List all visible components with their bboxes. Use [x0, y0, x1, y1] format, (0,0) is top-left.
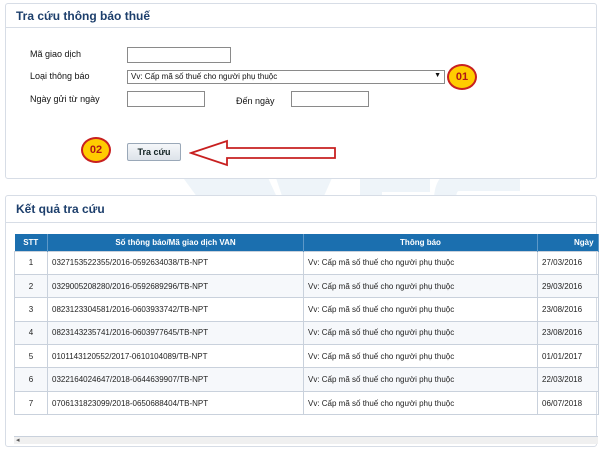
cell-date: 06/07/2018: [537, 390, 599, 416]
notice-type-selected-value: Vv: Cấp mã số thuế cho người phụ thuộc: [131, 72, 278, 81]
cell-date: 01/01/2017: [537, 344, 599, 369]
results-panel-title: Kết quả tra cứu: [16, 202, 105, 216]
cell-number[interactable]: 0823123304581/2016-0603933742/TB-NPT: [47, 297, 304, 322]
date-to-label: Đến ngày: [236, 96, 275, 106]
date-to-input[interactable]: [291, 91, 369, 107]
column-header-number: Số thông báo/Mã giao dịch VAN: [47, 234, 304, 251]
cell-number[interactable]: 0327153522355/2016-0592634038/TB-NPT: [47, 250, 304, 275]
cell-number[interactable]: 0329005208280/2016-0592689296/TB-NPT: [47, 273, 304, 299]
column-header-notice: Thông báo: [303, 234, 538, 251]
horizontal-scrollbar[interactable]: ◂: [14, 436, 598, 444]
transaction-code-label: Mã giao dịch: [30, 49, 82, 59]
step-2-badge: 02: [81, 137, 111, 163]
cell-notice: Vv: Cấp mã số thuế cho người phụ thuộc: [303, 250, 538, 275]
arrow-left-icon[interactable]: ◂: [16, 436, 20, 444]
cell-stt: 5: [14, 344, 48, 369]
table-row[interactable]: 7 0706131823099/2018-0650688404/TB-NPT V…: [14, 390, 599, 416]
column-header-date: Ngày: [537, 234, 599, 251]
table-header-row: STT Số thông báo/Mã giao dịch VAN Thông …: [14, 234, 599, 251]
cell-stt: 6: [14, 367, 48, 392]
column-header-stt: STT: [14, 234, 48, 251]
cell-notice: Vv: Cấp mã số thuế cho người phụ thuộc: [303, 273, 538, 299]
table-row[interactable]: 5 0101143120552/2017-0610104089/TB-NPT V…: [14, 344, 599, 369]
cell-stt: 3: [14, 297, 48, 322]
date-from-label: Ngày gửi từ ngày: [30, 94, 100, 104]
cell-stt: 1: [14, 250, 48, 275]
table-row[interactable]: 2 0329005208280/2016-0592689296/TB-NPT V…: [14, 273, 599, 299]
search-panel-title: Tra cứu thông báo thuế: [16, 9, 151, 23]
cell-notice: Vv: Cấp mã số thuế cho người phụ thuộc: [303, 390, 538, 416]
results-panel: Kết quả tra cứu STT Số thông báo/Mã giao…: [5, 195, 599, 447]
cell-number[interactable]: 0823143235741/2016-0603977645/TB-NPT: [47, 320, 304, 346]
cell-stt: 4: [14, 320, 48, 346]
cell-notice: Vv: Cấp mã số thuế cho người phụ thuộc: [303, 367, 538, 392]
cell-date: 29/03/2016: [537, 273, 599, 299]
cell-stt: 7: [14, 390, 48, 416]
table-row[interactable]: 1 0327153522355/2016-0592634038/TB-NPT V…: [14, 250, 599, 275]
search-button[interactable]: Tra cứu: [127, 143, 181, 161]
cell-date: 23/08/2016: [537, 297, 599, 322]
divider: [6, 27, 596, 28]
cell-notice: Vv: Cấp mã số thuế cho người phụ thuộc: [303, 344, 538, 369]
step-1-badge: 01: [447, 64, 477, 90]
table-row[interactable]: 4 0823143235741/2016-0603977645/TB-NPT V…: [14, 320, 599, 346]
cell-notice: Vv: Cấp mã số thuế cho người phụ thuộc: [303, 297, 538, 322]
results-table: STT Số thông báo/Mã giao dịch VAN Thông …: [14, 234, 599, 416]
cell-number[interactable]: 0101143120552/2017-0610104089/TB-NPT: [47, 344, 304, 369]
pointer-arrow-icon: [189, 139, 336, 167]
notice-type-label: Loại thông báo: [30, 71, 90, 81]
notice-type-select[interactable]: Vv: Cấp mã số thuế cho người phụ thuộc ▼: [127, 70, 445, 84]
cell-date: 22/03/2018: [537, 367, 599, 392]
table-row[interactable]: 3 0823123304581/2016-0603933742/TB-NPT V…: [14, 297, 599, 322]
cell-number[interactable]: 0706131823099/2018-0650688404/TB-NPT: [47, 390, 304, 416]
dropdown-arrow-icon[interactable]: ▼: [434, 72, 441, 79]
date-from-input[interactable]: [127, 91, 205, 107]
cell-date: 27/03/2016: [537, 250, 599, 275]
cell-date: 23/08/2016: [537, 320, 599, 346]
table-row[interactable]: 6 0322164024647/2018-0644639907/TB-NPT V…: [14, 367, 599, 392]
cell-notice: Vv: Cấp mã số thuế cho người phụ thuộc: [303, 320, 538, 346]
cell-number[interactable]: 0322164024647/2018-0644639907/TB-NPT: [47, 367, 304, 392]
transaction-code-input[interactable]: [127, 47, 231, 63]
search-panel: Tra cứu thông báo thuế Mã giao dịch Loại…: [5, 3, 597, 179]
cell-stt: 2: [14, 273, 48, 299]
divider: [6, 222, 596, 223]
